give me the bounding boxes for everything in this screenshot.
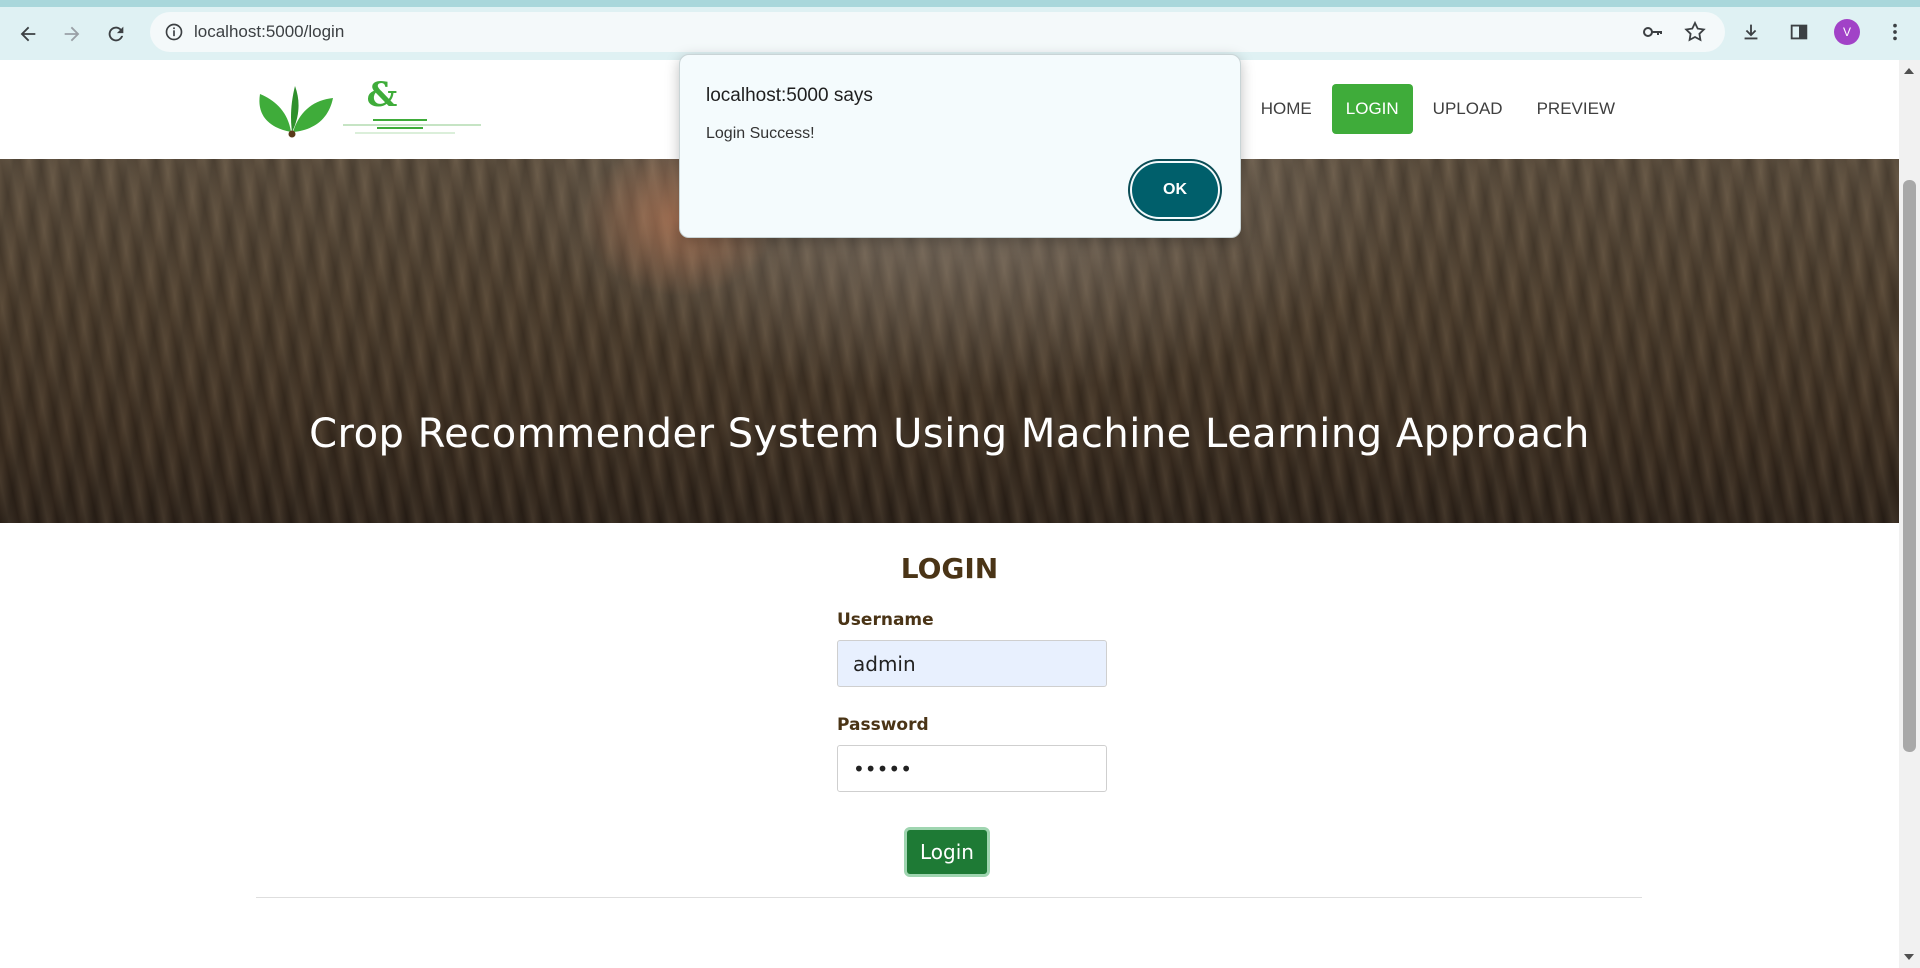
nav-login[interactable]: LOGIN [1331,84,1413,134]
scroll-down-arrow-icon[interactable] [1904,954,1914,960]
nav-upload[interactable]: UPLOAD [1419,84,1517,134]
hero-title: Crop Recommender System Using Machine Le… [309,411,1590,457]
profile-button[interactable]: V [1828,13,1866,51]
username-field[interactable]: admin [837,640,1107,687]
more-vert-icon [1893,23,1897,41]
forward-button[interactable] [50,12,94,56]
forward-arrow-icon [64,26,80,41]
dialog-message: Login Success! [706,125,815,142]
reload-icon [108,26,124,41]
side-panel-icon [1790,24,1808,40]
back-arrow-icon [20,26,36,41]
login-button[interactable]: Login [904,827,990,877]
site-logo[interactable]: & [255,72,485,142]
menu-button[interactable] [1876,13,1914,51]
nav-home[interactable]: HOME [1247,84,1326,134]
login-heading: LOGIN [900,552,999,585]
page-scrollbar[interactable] [1899,60,1920,968]
avatar: V [1834,19,1860,45]
alert-dialog: localhost:5000 says Login Success! OK [679,54,1241,238]
downloads-button[interactable] [1732,13,1770,51]
url-text[interactable]: localhost:5000/login [194,22,344,42]
browser-toolbar: localhost:5000/login V [0,0,1920,60]
site-info-icon[interactable] [154,12,194,52]
bookmark-star-icon[interactable] [1683,20,1707,44]
password-key-icon[interactable] [1641,20,1665,44]
logo-text: & [367,75,398,115]
login-form: Username admin Password ••••• [837,610,1107,792]
main-nav: HOME LOGIN UPLOAD PREVIEW [1247,84,1629,134]
username-label: Username [837,610,934,630]
back-button[interactable] [6,12,50,56]
section-divider [256,897,1642,898]
scroll-up-arrow-icon[interactable] [1904,68,1914,74]
side-panel-button[interactable] [1780,13,1818,51]
nav-preview[interactable]: PREVIEW [1523,84,1629,134]
scroll-thumb[interactable] [1903,180,1916,752]
password-field[interactable]: ••••• [837,745,1107,792]
ok-button[interactable]: OK [1132,163,1218,217]
reload-button[interactable] [94,12,138,56]
password-label: Password [837,715,929,735]
dialog-title: localhost:5000 says [706,85,873,106]
address-bar[interactable]: localhost:5000/login [150,12,1725,52]
download-icon [1744,24,1758,40]
